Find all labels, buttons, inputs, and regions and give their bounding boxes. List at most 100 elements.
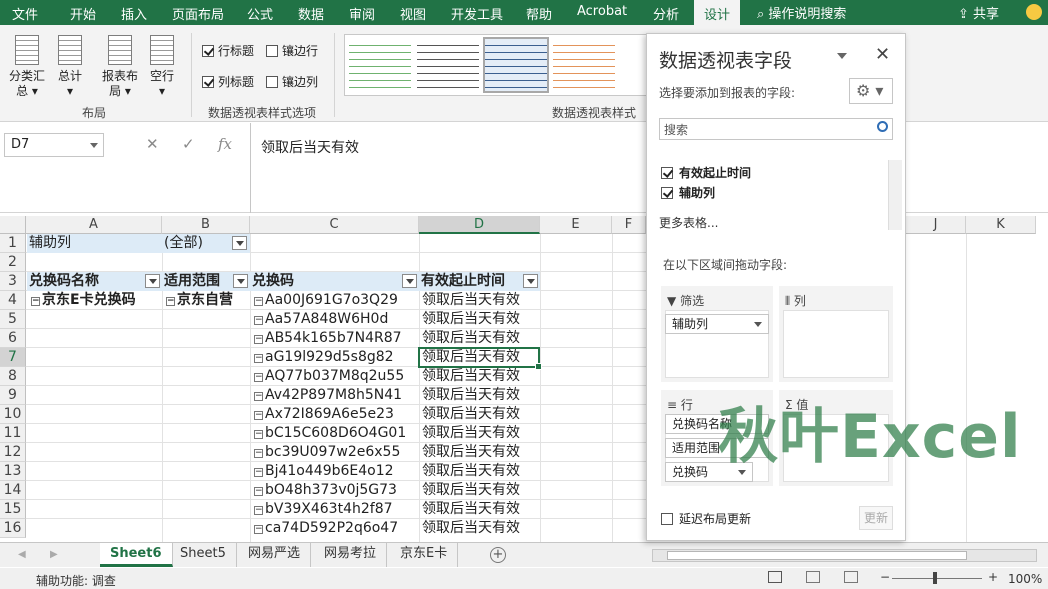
code-cell[interactable]: − Bj41o449b6E4o12 (254, 462, 419, 481)
filter-area[interactable]: ▼ 筛选 辅助列 (661, 286, 773, 382)
tab-file[interactable]: 文件 (12, 4, 38, 23)
column-header[interactable]: K (966, 216, 1036, 234)
zoom-slider[interactable] (892, 578, 982, 579)
sheet-tab-wangyi-yanxuan[interactable]: 网易严选 (238, 543, 312, 567)
banded-rows-checkbox[interactable]: 镶边行 (266, 42, 318, 59)
collapse-icon[interactable]: − (254, 430, 263, 439)
gear-icon[interactable]: ⚙ ▾ (849, 78, 893, 104)
field-list-scrollbar[interactable] (888, 160, 902, 230)
columns-area[interactable]: ⫴ 列 (779, 286, 893, 382)
collapse-icon[interactable]: − (254, 487, 263, 496)
share-button[interactable]: ⇪ 共享 (958, 3, 999, 22)
column-header[interactable]: B (162, 216, 250, 234)
row-header[interactable]: 12 (0, 443, 26, 462)
tab-design[interactable]: 设计 (694, 0, 741, 25)
column-header[interactable]: A (26, 216, 162, 234)
pivot-style-swatch-selected[interactable] (483, 37, 549, 93)
tab-review[interactable]: 审阅 (349, 4, 375, 23)
row-header[interactable]: 5 (0, 310, 26, 329)
column-header[interactable]: E (540, 216, 612, 234)
validity-cell[interactable]: 领取后当天有效 (422, 291, 540, 310)
zoom-level[interactable]: 100% (1008, 572, 1042, 586)
row-header[interactable]: 1 (0, 234, 26, 253)
filter-field-pill[interactable]: 辅助列 (665, 314, 769, 334)
column-header[interactable]: C (250, 216, 419, 234)
row-header-selected[interactable]: 7 (0, 348, 26, 367)
collapse-icon[interactable]: − (254, 316, 263, 325)
collapse-icon[interactable]: − (254, 297, 263, 306)
row-header[interactable]: 4 (0, 291, 26, 310)
validity-cell[interactable]: 领取后当天有效 (422, 405, 540, 424)
validity-cell[interactable]: 领取后当天有效 (422, 329, 540, 348)
collapse-icon[interactable]: − (254, 392, 263, 401)
tab-analyze[interactable]: 分析 (653, 4, 679, 23)
blank-rows-button[interactable]: 空行 ▾ (146, 35, 178, 99)
code-cell[interactable]: − bC15C608D6O4G01 (254, 424, 419, 443)
name-box[interactable]: D7 (4, 133, 104, 157)
subtotals-button[interactable]: 分类汇 总 ▾ (8, 35, 46, 99)
tab-home[interactable]: 开始 (70, 4, 96, 23)
row-headers-checkbox[interactable]: 行标题 (202, 42, 254, 59)
sheet-tab-jd-ecard[interactable]: 京东E卡 (390, 543, 459, 567)
row-header[interactable]: 16 (0, 519, 26, 538)
banded-columns-checkbox[interactable]: 镶边列 (266, 73, 318, 90)
field-checkbox[interactable] (661, 186, 673, 199)
sheet-tab-wangyi-kaola[interactable]: 网易考拉 (314, 543, 388, 567)
code-cell[interactable]: − Av42P897M8h5N41 (254, 386, 419, 405)
column-header-selected[interactable]: D (419, 216, 540, 234)
normal-view-icon[interactable] (768, 571, 782, 583)
row-header[interactable]: 8 (0, 367, 26, 386)
filter-dropdown-button[interactable] (402, 274, 417, 288)
code-cell[interactable]: − aG19l929d5s8g82 (254, 348, 419, 367)
enter-icon[interactable]: ✓ (182, 135, 195, 153)
column-header[interactable]: F (612, 216, 646, 234)
validity-cell[interactable]: 领取后当天有效 (422, 310, 540, 329)
validity-cell[interactable]: 领取后当天有效 (422, 500, 540, 519)
row-header[interactable]: 6 (0, 329, 26, 348)
tab-formulas[interactable]: 公式 (247, 4, 273, 23)
tell-me-search[interactable]: ⌕ 操作说明搜索 (757, 3, 846, 22)
column-header[interactable]: J (906, 216, 966, 234)
code-cell[interactable]: − AB54k165b7N4R87 (254, 329, 419, 348)
collapse-icon[interactable]: − (254, 468, 263, 477)
row-header[interactable]: 3 (0, 272, 26, 291)
collapse-icon[interactable]: − (166, 297, 175, 306)
tab-help[interactable]: 帮助 (526, 4, 552, 23)
collapse-icon[interactable]: − (254, 525, 263, 534)
filter-dropdown-button[interactable] (232, 236, 247, 250)
pivot-style-gallery[interactable] (344, 34, 654, 96)
sheet-tab-sheet5[interactable]: Sheet5 (170, 543, 237, 567)
filter-dropdown-button[interactable] (233, 274, 248, 288)
collapse-icon[interactable]: − (254, 449, 263, 458)
collapse-icon[interactable]: − (254, 411, 263, 420)
code-cell[interactable]: − Aa57A848W6H0d (254, 310, 419, 329)
row-header[interactable]: 2 (0, 253, 26, 272)
pivot-style-swatch[interactable] (349, 39, 411, 91)
validity-cell[interactable]: 领取后当天有效 (422, 386, 540, 405)
collapse-icon[interactable]: − (254, 373, 263, 382)
tab-page-layout[interactable]: 页面布局 (172, 4, 224, 23)
cancel-icon[interactable]: ✕ (146, 135, 159, 153)
feedback-smiley-icon[interactable] (1026, 4, 1042, 20)
row-header[interactable]: 14 (0, 481, 26, 500)
validity-cell[interactable]: 领取后当天有效 (422, 462, 540, 481)
tab-acrobat[interactable]: Acrobat (577, 4, 627, 19)
more-tables-link[interactable]: 更多表格... (659, 214, 718, 231)
validity-cell[interactable]: 领取后当天有效 (422, 443, 540, 462)
scrollbar-thumb[interactable] (667, 551, 967, 560)
pivot-style-swatch[interactable] (553, 39, 615, 91)
collapse-icon[interactable]: − (254, 354, 263, 363)
column-headers-checkbox[interactable]: 列标题 (202, 73, 254, 90)
field-checkbox[interactable] (661, 166, 673, 179)
update-button[interactable]: 更新 (859, 506, 893, 530)
code-cell[interactable]: − ca74D592P2q6o47 (254, 519, 419, 538)
pivot-group-cell[interactable]: − 京东E卡兑换码 (31, 291, 161, 310)
collapse-icon[interactable]: − (254, 506, 263, 515)
add-sheet-icon[interactable]: + (490, 547, 506, 563)
tab-view[interactable]: 视图 (400, 4, 426, 23)
field-search-input[interactable]: 搜索 (659, 118, 893, 140)
validity-cell[interactable]: 领取后当天有效 (422, 519, 540, 538)
pivot-style-swatch[interactable] (417, 39, 479, 91)
sheet-tab-sheet6[interactable]: Sheet6 (100, 543, 173, 567)
accessibility-status[interactable]: 辅助功能: 调查 (36, 572, 116, 589)
